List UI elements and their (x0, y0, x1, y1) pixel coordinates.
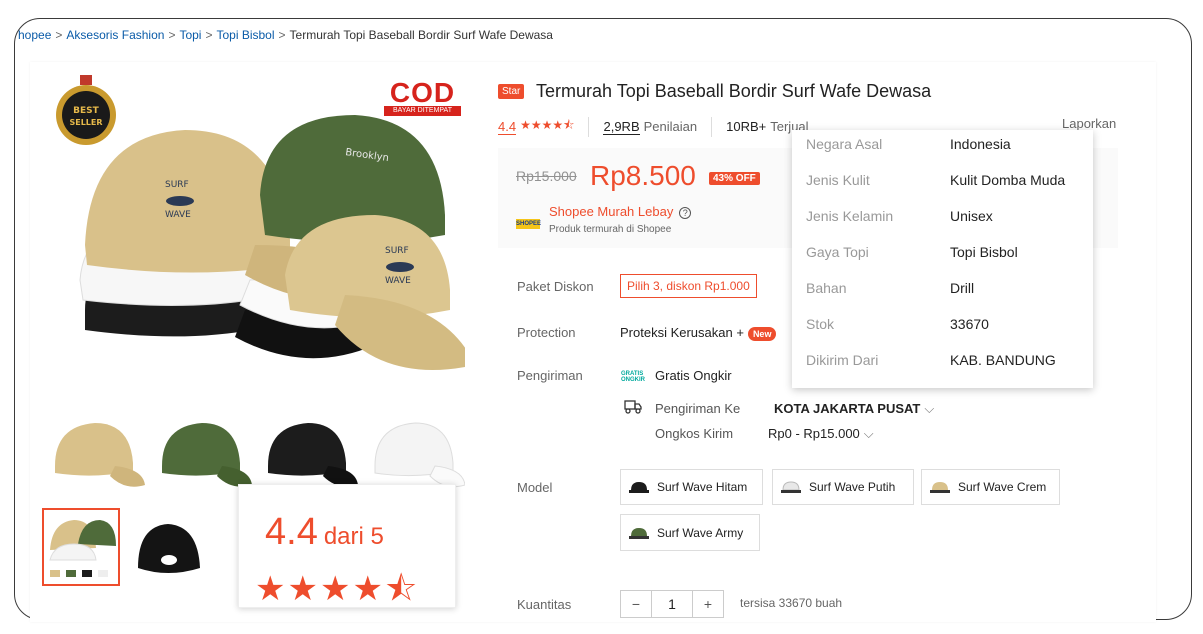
spec-row: Bahan Drill (806, 280, 975, 296)
promo-subtitle: Produk termurah di Shopee (549, 224, 672, 235)
promo-title[interactable]: Shopee Murah Lebay? (549, 204, 692, 219)
rating-value[interactable]: 4.4 (498, 119, 517, 135)
label-protection: Protection (517, 325, 576, 340)
breadcrumb-shopee[interactable]: hopee (18, 28, 51, 42)
stock-remaining: tersisa 33670 buah (740, 596, 843, 610)
model-option-army[interactable]: Surf Wave Army (620, 514, 760, 551)
specification-popover: Negara Asal Indonesia Jenis Kulit Kulit Do… (792, 130, 1093, 388)
model-option-hitam[interactable]: Surf Wave Hitam (620, 469, 763, 505)
thumbnail-black-back[interactable] (128, 508, 206, 586)
quantity-input[interactable]: 1 (652, 590, 692, 618)
product-meta: 4.4 ★★★★⯪ 2,9RB Penilaian 10RB+ Terjual (498, 116, 809, 137)
spec-row: Gaya Topi Topi Bisbol (806, 244, 1018, 260)
rating-stars-icon: ★★★★⯪ (255, 570, 420, 608)
help-icon[interactable]: ? (679, 207, 692, 219)
discount-badge: 43% OFF (709, 172, 760, 185)
svg-text:WAVE: WAVE (165, 210, 191, 220)
sold-count: 10RB+ (726, 119, 767, 134)
label-model: Model (517, 480, 553, 495)
breadcrumb-topi-bisbol[interactable]: Topi Bisbol (216, 28, 274, 42)
label-kuantitas: Kuantitas (517, 597, 572, 612)
breadcrumb-current: Termurah Topi Baseball Bordir Surf Wafe … (289, 28, 553, 42)
quantity-plus-button[interactable]: + (692, 590, 724, 618)
cap-crem-icon (930, 482, 950, 493)
rating-out-of: dari 5 (323, 523, 384, 550)
breadcrumb-aksesoris-fashion[interactable]: Aksesoris Fashion (66, 28, 164, 42)
quantity-minus-button[interactable]: − (620, 590, 652, 618)
protection-option[interactable]: Proteksi Kerusakan + New (620, 325, 777, 341)
spec-row: Dikirim Dari KAB. BANDUNG (806, 352, 1056, 368)
cap-army-icon (629, 527, 649, 539)
svg-text:SELLER: SELLER (69, 118, 102, 127)
product-title: Termurah Topi Baseball Bordir Surf Wafe … (536, 81, 932, 101)
cod-badge: COD BAYAR DITEMPAT (384, 79, 461, 118)
cap-putih-icon (781, 481, 801, 493)
report-link[interactable]: Laporkan (1062, 116, 1116, 131)
svg-text:WAVE: WAVE (385, 276, 411, 286)
rating-stars-small-icon: ★★★★⯪ (520, 118, 575, 132)
gratis-ongkir-text: Gratis Ongkir (655, 368, 732, 383)
thumbnail-selected[interactable] (42, 508, 120, 586)
breadcrumb-topi[interactable]: Topi (179, 28, 201, 42)
shipping-cost-dropdown[interactable]: Rp0 - Rp15.000 ⌵ (768, 426, 874, 442)
spec-row: Jenis Kelamin Unisex (806, 208, 993, 224)
new-badge: New (747, 326, 777, 341)
shopee-murah-lebay-logo: SHOPEE (516, 219, 542, 229)
chevron-down-icon: ⌵ (924, 401, 935, 416)
thumbnail-army[interactable] (152, 401, 252, 491)
chevron-down-icon: ⌵ (863, 426, 874, 441)
shipping-city-dropdown[interactable]: KOTA JAKARTA PUSAT ⌵ (774, 401, 934, 417)
original-price: Rp15.000 (516, 168, 577, 184)
svg-text:BEST: BEST (73, 106, 99, 116)
shipping-cost-label: Ongkos Kirim (655, 426, 734, 441)
svg-text:SURF: SURF (385, 246, 409, 256)
svg-text:SURF: SURF (165, 180, 189, 190)
quantity-stepper: − 1 + (620, 590, 724, 618)
gratis-ongkir-icon: GRATIS ONGKIR (621, 371, 645, 383)
rating-popup: 4.4 dari 5 ★★★★⯪ (238, 484, 456, 608)
model-option-putih[interactable]: Surf Wave Putih (772, 469, 914, 505)
rating-score: 4.4 (265, 511, 318, 553)
thumbnail-row (45, 401, 466, 491)
thumbnail-black[interactable] (258, 401, 359, 491)
thumbnail-white[interactable] (365, 401, 466, 491)
review-count[interactable]: 2,9RB (603, 119, 640, 135)
breadcrumb: hopee > Aksesoris Fashion > Topi > Topi Bisbol… (18, 28, 553, 42)
thumbnail-beige[interactable] (45, 401, 145, 491)
model-option-crem[interactable]: Surf Wave Crem (921, 469, 1060, 505)
shipping-to-label: Pengiriman Ke (655, 401, 741, 416)
spec-row: Jenis Kulit Kulit Domba Muda (806, 172, 1066, 188)
label-pengiriman: Pengiriman (517, 368, 583, 383)
paket-diskon-button[interactable]: Pilih 3, diskon Rp1.000 (620, 274, 757, 298)
spec-row: Negara Asal Indonesia (806, 136, 1011, 152)
best-seller-badge-icon: BEST SELLER (56, 75, 116, 145)
cap-hitam-icon (629, 482, 649, 493)
discount-price: Rp8.500 (590, 160, 696, 191)
review-label: Penilaian (643, 119, 698, 134)
label-paket-diskon: Paket Diskon (517, 279, 594, 294)
star-seller-badge: Star (498, 84, 525, 99)
truck-icon (624, 400, 642, 414)
spec-row: Stok 33670 (806, 316, 989, 332)
